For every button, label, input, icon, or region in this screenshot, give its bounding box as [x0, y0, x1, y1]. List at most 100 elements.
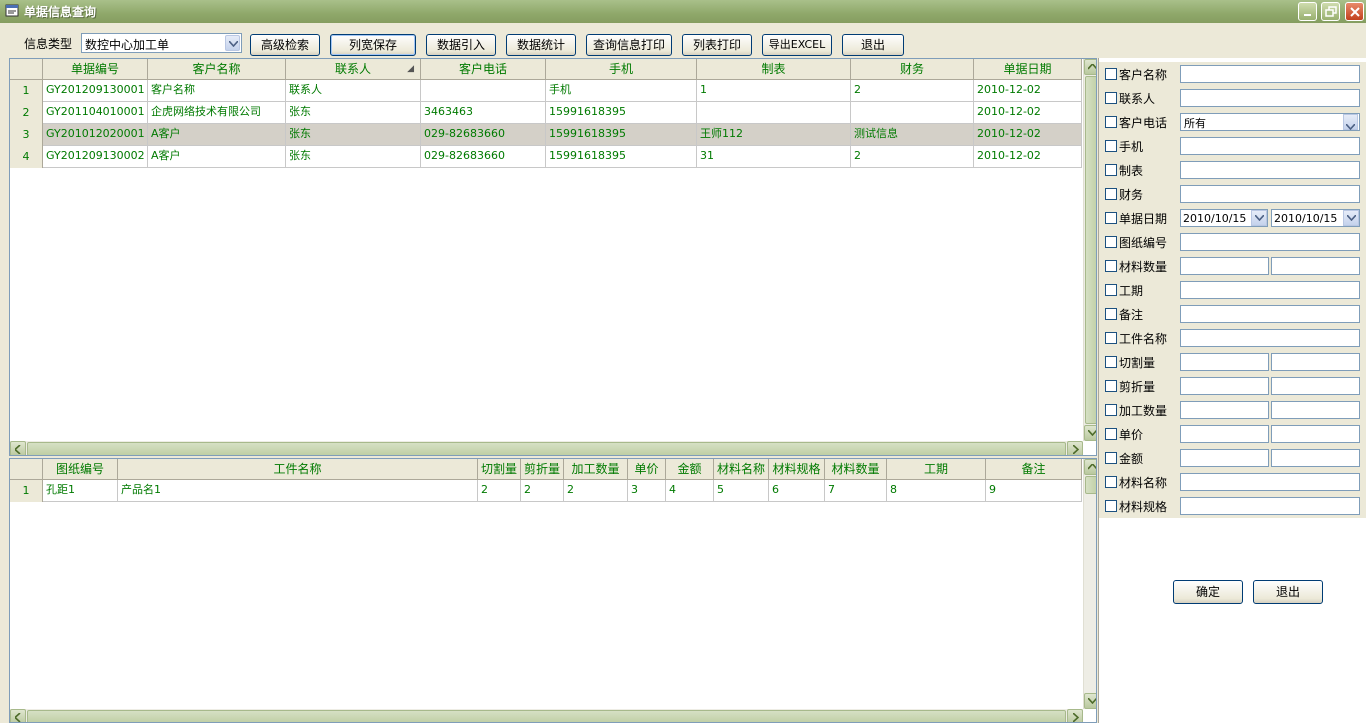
row-number[interactable]: 2	[10, 102, 43, 124]
table-cell[interactable]: 联系人	[286, 80, 421, 102]
filter-input[interactable]	[1180, 281, 1360, 299]
table-cell[interactable]: 2	[851, 80, 974, 102]
filter-checkbox[interactable]	[1105, 308, 1117, 320]
filter-input[interactable]	[1180, 329, 1360, 347]
filter-max-input[interactable]	[1271, 377, 1360, 395]
print-query-button[interactable]: 查询信息打印	[586, 34, 672, 56]
filter-checkbox[interactable]	[1105, 212, 1117, 224]
chevron-down-icon[interactable]	[1343, 210, 1359, 226]
table-cell[interactable]: 张东	[286, 102, 421, 124]
filter-checkbox[interactable]	[1105, 140, 1117, 152]
chevron-down-icon[interactable]	[1251, 210, 1267, 226]
detail-grid-hscroll[interactable]	[10, 709, 1083, 722]
filter-input[interactable]	[1180, 161, 1360, 179]
scroll-up-icon[interactable]	[1084, 59, 1096, 75]
scroll-right-icon[interactable]	[1067, 441, 1083, 455]
table-cell[interactable]: 2	[564, 480, 628, 502]
filter-checkbox[interactable]	[1105, 260, 1117, 272]
table-cell[interactable]: 张东	[286, 146, 421, 168]
filter-checkbox[interactable]	[1105, 452, 1117, 464]
table-cell[interactable]	[421, 80, 546, 102]
col-header-customer[interactable]: 客户名称	[148, 59, 286, 80]
exit-button[interactable]: 退出	[842, 34, 904, 56]
table-cell[interactable]: GY201209130002	[43, 146, 148, 168]
col-header-drawing-no[interactable]: 图纸编号	[43, 459, 118, 480]
table-cell[interactable]: 4	[666, 480, 714, 502]
table-cell[interactable]: 15991618395	[546, 124, 697, 146]
table-cell[interactable]: 2	[478, 480, 521, 502]
filter-checkbox[interactable]	[1105, 428, 1117, 440]
print-list-button[interactable]: 列表打印	[682, 34, 752, 56]
detail-grid-vscroll[interactable]	[1083, 459, 1096, 709]
detail-grid[interactable]: 图纸编号 工件名称 切割量 剪折量 加工数量 单价 金额 材料名称 材料规格 材…	[9, 458, 1097, 723]
import-data-button[interactable]: 数据引入	[426, 34, 496, 56]
filter-input[interactable]	[1180, 65, 1360, 83]
col-header-amount[interactable]: 金额	[666, 459, 714, 480]
col-header-material-name[interactable]: 材料名称	[714, 459, 769, 480]
table-cell[interactable]: 9	[986, 480, 1082, 502]
filter-select[interactable]: 所有	[1180, 113, 1360, 131]
table-cell[interactable]: 2010-12-02	[974, 102, 1082, 124]
filter-min-input[interactable]	[1180, 449, 1269, 467]
filter-checkbox[interactable]	[1105, 116, 1117, 128]
table-cell[interactable]: 企虎网络技术有限公司	[148, 102, 286, 124]
restore-button[interactable]	[1321, 2, 1340, 21]
table-cell[interactable]: 王师112	[697, 124, 851, 146]
filter-checkbox[interactable]	[1105, 188, 1117, 200]
table-cell[interactable]: 029-82683660	[421, 146, 546, 168]
date-from-picker[interactable]: 2010/10/15	[1180, 209, 1268, 227]
export-excel-button[interactable]: 导出EXCEL	[762, 34, 832, 56]
confirm-button[interactable]: 确定	[1173, 580, 1243, 604]
table-cell[interactable]: 2	[521, 480, 564, 502]
table-cell[interactable]: 2010-12-02	[974, 124, 1082, 146]
table-cell[interactable]: 15991618395	[546, 146, 697, 168]
scroll-down-icon[interactable]	[1084, 693, 1096, 709]
filter-checkbox[interactable]	[1105, 236, 1117, 248]
scroll-right-icon[interactable]	[1067, 709, 1083, 722]
filter-checkbox[interactable]	[1105, 404, 1117, 416]
row-number[interactable]: 4	[10, 146, 43, 168]
filter-max-input[interactable]	[1271, 353, 1360, 371]
filter-checkbox[interactable]	[1105, 92, 1117, 104]
save-column-width-button[interactable]: 列宽保存	[330, 34, 416, 56]
table-cell[interactable]: A客户	[148, 124, 286, 146]
table-row[interactable]: 2 GY201104010001 企虎网络技术有限公司 张东 3463463 159916…	[10, 102, 1082, 124]
chevron-down-icon[interactable]	[225, 35, 240, 51]
filter-input[interactable]	[1180, 185, 1360, 203]
top-grid-hscroll[interactable]	[10, 441, 1083, 455]
filter-checkbox[interactable]	[1105, 380, 1117, 392]
scroll-thumb[interactable]	[27, 710, 1066, 722]
table-cell[interactable]: 测试信息	[851, 124, 974, 146]
filter-checkbox[interactable]	[1105, 476, 1117, 488]
col-header-bend[interactable]: 剪折量	[521, 459, 564, 480]
filter-input[interactable]	[1180, 497, 1360, 515]
document-grid[interactable]: 单据编号 客户名称 联系人 ◢ 客户电话 手机 制表 财务 单据日期 1 GY201…	[9, 58, 1097, 456]
table-cell[interactable]: 张东	[286, 124, 421, 146]
row-number[interactable]: 3	[10, 124, 43, 146]
filter-input[interactable]	[1180, 473, 1360, 491]
table-row[interactable]: 3 GY201012020001 A客户 张东 029-82683660 15991618…	[10, 124, 1082, 146]
table-cell[interactable]: GY201012020001	[43, 124, 148, 146]
filter-checkbox[interactable]	[1105, 164, 1117, 176]
table-cell[interactable]: 029-82683660	[421, 124, 546, 146]
table-cell[interactable]: 8	[887, 480, 986, 502]
close-button[interactable]	[1345, 2, 1364, 21]
chevron-down-icon[interactable]	[1343, 114, 1358, 131]
col-header-material-spec[interactable]: 材料规格	[769, 459, 825, 480]
filter-checkbox[interactable]	[1105, 284, 1117, 296]
data-statistics-button[interactable]: 数据统计	[506, 34, 576, 56]
filter-input[interactable]	[1180, 305, 1360, 323]
col-header-part-name[interactable]: 工件名称	[118, 459, 478, 480]
col-header-period[interactable]: 工期	[887, 459, 986, 480]
filter-checkbox[interactable]	[1105, 332, 1117, 344]
table-cell[interactable]: 产品名1	[118, 480, 478, 502]
scroll-down-icon[interactable]	[1084, 425, 1096, 441]
scroll-thumb[interactable]	[1085, 76, 1096, 424]
col-header-remark[interactable]: 备注	[986, 459, 1082, 480]
scroll-left-icon[interactable]	[10, 441, 26, 455]
col-header-maker[interactable]: 制表	[697, 59, 851, 80]
row-number[interactable]: 1	[10, 80, 43, 102]
scroll-thumb[interactable]	[27, 442, 1066, 455]
filter-min-input[interactable]	[1180, 353, 1269, 371]
top-grid-vscroll[interactable]	[1083, 59, 1096, 441]
